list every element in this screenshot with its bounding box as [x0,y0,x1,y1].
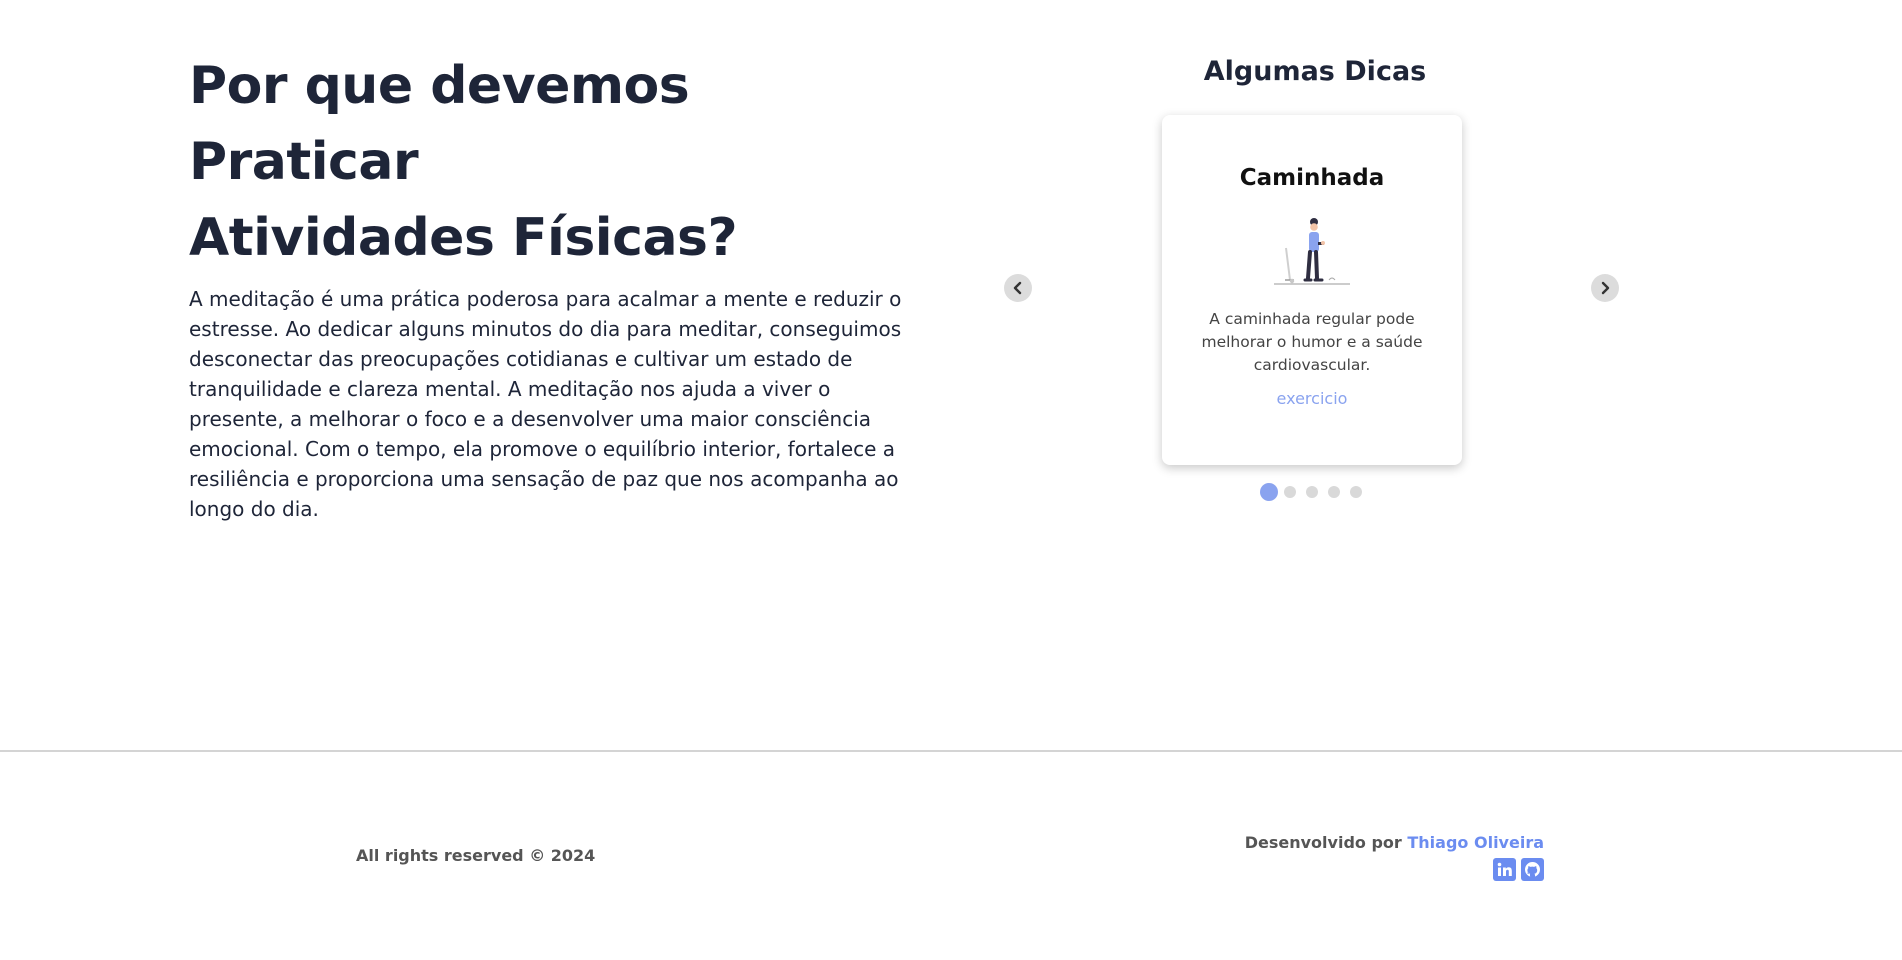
copyright-text: All rights reserved © 2024 [356,846,596,865]
carousel-dot-2[interactable] [1284,486,1296,498]
carousel-prev-button[interactable] [1004,274,1032,302]
developer-prefix: Desenvolvido por [1244,833,1402,852]
intro-block: Por que devemos Praticar Atividades Físi… [189,48,919,524]
tips-carousel: Algumas Dicas Caminhada A caminhada regu… [1000,56,1630,516]
chevron-left-icon [1013,281,1022,295]
linkedin-icon [1497,862,1512,876]
intro-paragraph: A meditação é uma prática poderosa para … [189,287,902,521]
tip-card: Caminhada A caminhada regular pode melho… [1162,115,1462,465]
linkedin-link[interactable] [1493,858,1516,881]
carousel-dot-5[interactable] [1350,486,1362,498]
hero-section: Por que devemos Praticar Atividades Físi… [0,0,1902,750]
carousel-pagination [1000,482,1630,502]
tips-heading: Algumas Dicas [1203,56,1427,87]
github-link[interactable] [1521,858,1544,881]
page-title-line-1: Por que devemos Praticar [189,56,690,192]
developer-name-link[interactable]: Thiago Oliveira [1407,833,1544,852]
footer: All rights reserved © 2024 Desenvolvido … [0,752,1902,960]
developer-credit: Desenvolvido por Thiago Oliveira [1245,833,1544,852]
social-links [1493,858,1544,881]
tip-card-tag: exercicio [1276,389,1348,408]
carousel-dot-1[interactable] [1260,483,1278,501]
person-walking-illustration [1274,218,1350,285]
carousel-dot-4[interactable] [1328,486,1340,498]
tip-card-title: Caminhada [1239,165,1385,191]
chevron-right-icon [1601,281,1610,295]
carousel-dot-3[interactable] [1306,486,1318,498]
carousel-next-button[interactable] [1591,274,1619,302]
page-title-line-2: Atividades Físicas? [189,208,738,268]
page-title: Por que devemos Praticar Atividades Físi… [189,48,919,276]
github-icon [1525,862,1540,878]
tip-card-description: A caminhada regular pode melhorar o humo… [1201,310,1423,374]
